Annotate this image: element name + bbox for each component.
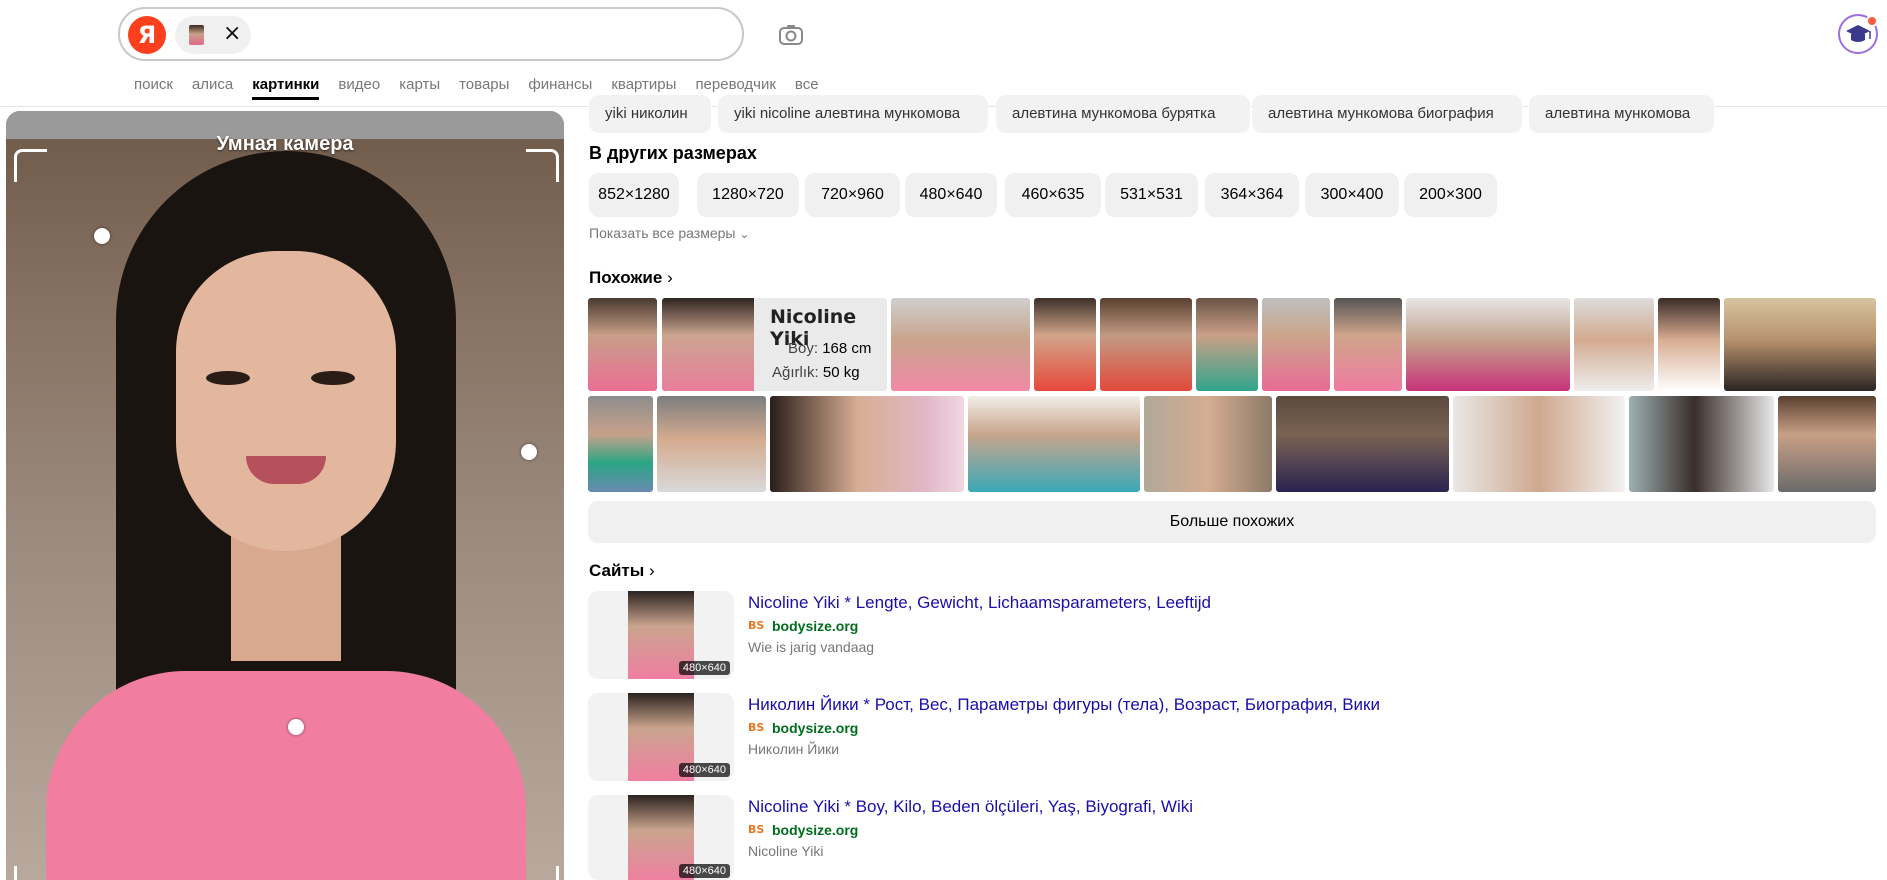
bodysize-favicon-icon: BS (748, 823, 765, 836)
overlay-weight-value: 50 kg (822, 364, 860, 381)
size-option[interactable]: 460×635 (1005, 173, 1101, 217)
similar-heading-label: Похожие (589, 268, 663, 287)
close-icon[interactable]: × (223, 22, 241, 46)
similar-image[interactable] (968, 396, 1140, 492)
smart-camera-title: Умная камера (216, 133, 354, 155)
overlay-height-value: 168 cm (822, 340, 872, 357)
image-size-badge: 480×640 (678, 661, 730, 675)
nav-tab-video[interactable]: видео (338, 74, 380, 100)
similar-image[interactable]: Nicoline Yiki Boy: 168 cm Ağırlık: 50 kg (662, 298, 887, 391)
chevron-right-icon: › (667, 268, 673, 287)
similar-heading[interactable]: Похожие › (589, 268, 673, 288)
image-query-chip[interactable]: × (175, 16, 251, 54)
sizes-heading: В других размерах (589, 143, 757, 163)
crop-corner-bottom-right[interactable] (526, 866, 559, 880)
site-domain-link[interactable]: bodysize.org (772, 720, 858, 736)
nav-tab-maps[interactable]: карты (399, 74, 440, 100)
similar-image[interactable] (588, 396, 653, 492)
overlay-weight-label: Ağırlık: (772, 364, 819, 381)
related-tag[interactable]: yiki николин (589, 95, 711, 133)
photo-face (176, 251, 396, 551)
similar-image[interactable] (1100, 298, 1192, 391)
chevron-down-icon: ⌄ (739, 227, 750, 241)
site-title-link[interactable]: Nicoline Yiki * Boy, Kilo, Beden ölçüler… (748, 797, 1193, 817)
nav-tab-finance[interactable]: финансы (528, 74, 592, 100)
photo-shirt (46, 671, 526, 880)
related-tag[interactable]: алевтина мункомова бурятка (996, 95, 1250, 133)
site-description: Nicoline Yiki (748, 843, 824, 859)
similar-image[interactable] (1406, 298, 1570, 391)
image-size-badge: 480×640 (678, 864, 730, 878)
sites-heading[interactable]: Сайты › (589, 561, 655, 581)
similar-image[interactable] (1724, 298, 1876, 391)
overlay-height-label: Boy: (788, 340, 819, 357)
nav-tab-images[interactable]: картинки (252, 74, 320, 100)
nav-tab-search[interactable]: поиск (134, 74, 173, 100)
chevron-right-icon: › (648, 561, 655, 580)
similar-image-photo (662, 298, 754, 391)
nav-tab-products[interactable]: товары (459, 74, 509, 100)
size-option[interactable]: 364×364 (1205, 173, 1299, 217)
size-option[interactable]: 531×531 (1105, 173, 1198, 217)
bodysize-favicon-icon: BS (748, 619, 765, 632)
image-size-badge: 480×640 (678, 763, 730, 777)
site-title-link[interactable]: Николин Йики * Рост, Вес, Параметры фигу… (748, 695, 1380, 715)
site-domain-link[interactable]: bodysize.org (772, 822, 858, 838)
size-option[interactable]: 720×960 (805, 173, 900, 217)
site-title-link[interactable]: Nicoline Yiki * Lengte, Gewicht, Lichaam… (748, 593, 1211, 613)
similar-image[interactable] (1629, 396, 1774, 492)
show-all-sizes-link[interactable]: Показать все размеры ⌄ (589, 225, 749, 241)
sites-heading-label: Сайты (589, 561, 645, 580)
header: Я × поиск алиса картинки видео карты тов… (0, 0, 1887, 107)
similar-image[interactable] (657, 396, 766, 492)
more-similar-button[interactable]: Больше похожих (588, 501, 1876, 543)
site-domain-link[interactable]: bodysize.org (772, 618, 858, 634)
notification-dot (1866, 15, 1878, 27)
similar-image[interactable] (1574, 298, 1654, 391)
photo-eye-right (311, 371, 355, 385)
site-description: Wie is jarig vandaag (748, 639, 875, 655)
yandex-logo[interactable]: Я (128, 16, 166, 54)
similar-image[interactable] (1196, 298, 1258, 391)
size-option[interactable]: 200×300 (1404, 173, 1497, 217)
nav-tab-alice[interactable]: алиса (192, 74, 233, 100)
size-option[interactable]: 300×400 (1305, 173, 1399, 217)
similar-image[interactable] (891, 298, 1030, 391)
similar-image[interactable] (1334, 298, 1402, 391)
similar-image[interactable] (588, 298, 657, 391)
related-tag[interactable]: алевтина мункомова (1529, 95, 1714, 133)
site-thumbnail[interactable]: 480×640 (588, 693, 734, 781)
camera-icon[interactable] (776, 20, 806, 50)
similar-image[interactable] (1658, 298, 1720, 391)
query-image-thumbnail (189, 25, 204, 45)
smart-camera-panel[interactable]: Умная камера (6, 111, 564, 880)
similar-image[interactable] (1262, 298, 1330, 391)
related-tag[interactable]: yiki nicoline алевтина мункомова (718, 95, 988, 133)
size-option[interactable]: 480×640 (905, 173, 997, 217)
site-thumbnail[interactable]: 480×640 (588, 591, 734, 679)
object-marker-handle[interactable] (288, 719, 304, 735)
crop-corner-bottom-left[interactable] (14, 866, 47, 880)
similar-image[interactable] (770, 396, 964, 492)
crop-corner-top-left[interactable] (14, 149, 47, 182)
similar-image[interactable] (1453, 396, 1625, 492)
object-marker-handle[interactable] (94, 228, 110, 244)
bodysize-favicon-icon: BS (748, 721, 765, 734)
crop-corner-top-right[interactable] (526, 149, 559, 182)
site-thumbnail[interactable]: 480×640 (588, 795, 734, 880)
size-option[interactable]: 852×1280 (589, 173, 679, 217)
similar-image[interactable] (1276, 396, 1449, 492)
search-box[interactable]: Я × (118, 7, 744, 61)
size-option[interactable]: 1280×720 (697, 173, 799, 217)
overlay-height: Boy: 168 cm (788, 340, 871, 357)
object-marker-handle[interactable] (521, 444, 537, 460)
similar-image[interactable] (1778, 396, 1876, 492)
photo-eye-left (206, 371, 250, 385)
related-tag[interactable]: алевтина мункомова биография (1252, 95, 1522, 133)
site-description: Николин Йики (748, 741, 840, 757)
similar-image[interactable] (1144, 396, 1272, 492)
similar-image[interactable] (1034, 298, 1096, 391)
show-all-sizes-label: Показать все размеры (589, 225, 736, 241)
overlay-weight: Ağırlık: 50 kg (772, 364, 860, 381)
